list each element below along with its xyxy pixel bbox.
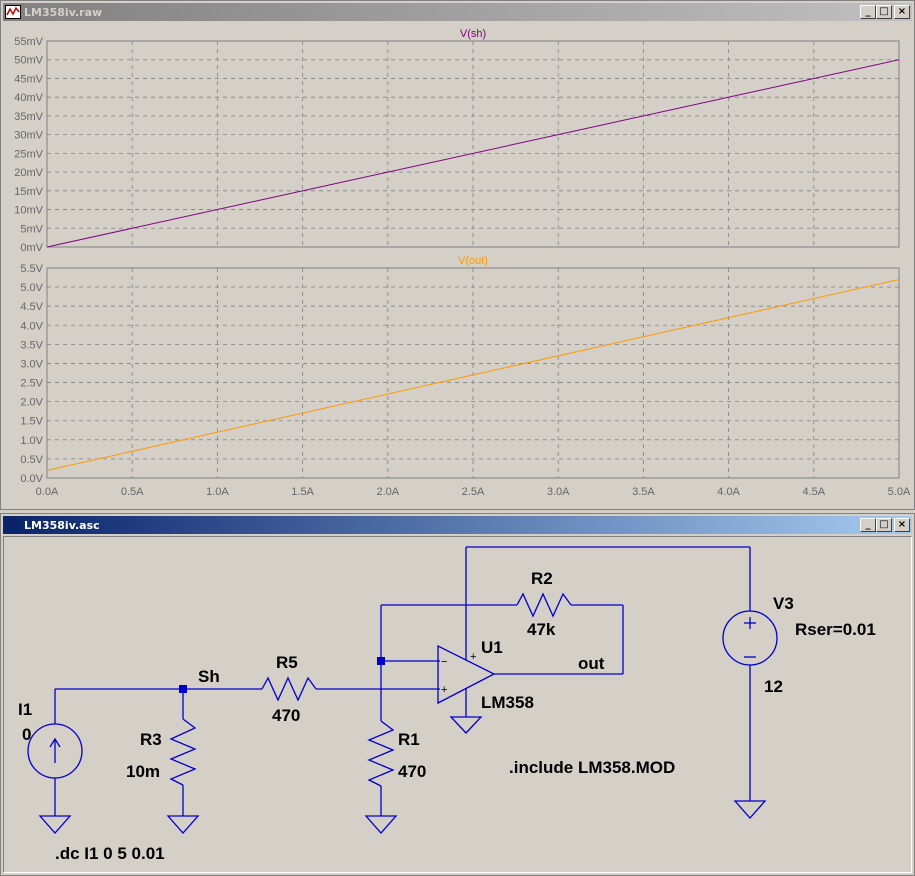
y-tick-label: 3.0V: [20, 358, 43, 370]
y-tick-label: 45mV: [14, 73, 43, 85]
x-tick-label: 5.0A: [888, 486, 911, 498]
waveform-plot-area[interactable]: 0mV 5mV 10mV 15mV 20mV 25mV 30mV 35mV 40mV 45mV 50…: [3, 23, 912, 507]
y-tick-label: 30mV: [14, 130, 43, 142]
y-tick-label: 10mV: [14, 205, 43, 217]
resistor-R5[interactable]: [261, 676, 440, 702]
voltage-source-V3[interactable]: [722, 610, 778, 801]
y-tick-label: 0mV: [20, 242, 43, 254]
x-tick-label: 3.5A: [632, 486, 655, 498]
junction-dot: [377, 657, 385, 665]
resistor-R1[interactable]: [367, 605, 395, 816]
y-tick-label: 0.5V: [20, 454, 43, 466]
x-tick-label: 2.0A: [376, 486, 399, 498]
x-tick-label: 2.5A: [462, 486, 485, 498]
schematic-drawing[interactable]: + − + I1 0 R3 10m Sh R5 470 R1 470 R2 47…: [4, 537, 909, 873]
U1-value[interactable]: LM358: [481, 693, 534, 712]
waveform-window: LM358iv.raw _ □ × 0mV 5mV 10mV 15mV 20mV 25mV…: [0, 0, 915, 510]
y-tick-label: 1.5V: [20, 416, 43, 428]
maximize-button[interactable]: □: [876, 518, 892, 532]
R3-name[interactable]: R3: [140, 730, 162, 749]
schematic-window-title: LM358iv.asc: [24, 518, 100, 532]
V3-param[interactable]: Rser=0.01: [795, 620, 876, 639]
plot-pane[interactable]: [46, 40, 900, 248]
y-tick-label: 25mV: [14, 148, 43, 160]
close-button[interactable]: ×: [894, 518, 910, 532]
minimize-button[interactable]: _: [860, 5, 876, 19]
R2-value[interactable]: 47k: [527, 620, 556, 639]
resistor-R3[interactable]: [169, 689, 197, 816]
x-tick-label: 0.5A: [121, 486, 144, 498]
net-label-sh[interactable]: Sh: [198, 667, 220, 686]
opamp-minus-label: −: [441, 656, 447, 668]
maximize-button[interactable]: □: [876, 5, 892, 19]
waveform-window-title: LM358iv.raw: [24, 5, 103, 19]
y-tick-label: 5mV: [20, 223, 43, 235]
y-tick-label: 5.0V: [20, 282, 43, 294]
y-tick-label: 50mV: [14, 55, 43, 67]
ground-U1: [449, 716, 483, 734]
y-tick-label: 20mV: [14, 167, 43, 179]
schematic-titlebar[interactable]: LM358iv.asc _ □ ×: [3, 516, 912, 534]
x-tick-label: 4.0A: [717, 486, 740, 498]
ground-R1: [364, 815, 398, 834]
R2-name[interactable]: R2: [531, 569, 553, 588]
y-tick-label: 35mV: [14, 111, 43, 123]
trace-title[interactable]: V(out): [458, 255, 488, 267]
V3-value[interactable]: 12: [764, 677, 783, 696]
R5-name[interactable]: R5: [276, 653, 298, 672]
y-tick-label: 0.0V: [20, 473, 43, 485]
trace-title[interactable]: V(sh): [460, 28, 486, 40]
x-tick-label: 3.0A: [547, 486, 570, 498]
V3-name[interactable]: V3: [773, 594, 794, 613]
U1-name[interactable]: U1: [481, 638, 503, 657]
ground-R3: [166, 815, 200, 834]
y-tick-label: 5.5V: [20, 263, 43, 275]
x-tick-label: 1.0A: [206, 486, 229, 498]
I1-name[interactable]: I1: [18, 700, 32, 719]
R1-value[interactable]: 470: [398, 762, 426, 781]
waveform-app-icon: [5, 5, 21, 19]
y-tick-label: 55mV: [14, 36, 43, 48]
opamp-plus-in-label: +: [441, 684, 447, 696]
y-tick-label: 40mV: [14, 92, 43, 104]
y-tick-label: 4.5V: [20, 301, 43, 313]
close-button[interactable]: ×: [894, 5, 910, 19]
schematic-app-icon: [6, 519, 20, 531]
R3-value[interactable]: 10m: [126, 762, 160, 781]
schematic-canvas[interactable]: + − + I1 0 R3 10m Sh R5 470 R1 470 R2 47…: [3, 536, 912, 873]
x-tick-label: 0.0A: [36, 486, 59, 498]
R1-name[interactable]: R1: [398, 730, 420, 749]
current-source-I1[interactable]: [27, 689, 83, 816]
y-tick-label: 15mV: [14, 186, 43, 198]
waveform-titlebar[interactable]: LM358iv.raw _ □ ×: [3, 3, 912, 21]
waveform-plots[interactable]: 0mV 5mV 10mV 15mV 20mV 25mV 30mV 35mV 40mV 45mV 50…: [3, 23, 912, 507]
R5-value[interactable]: 470: [272, 706, 300, 725]
schematic-window: LM358iv.asc _ □ × + − + I1 0 R3 10m Sh R…: [0, 513, 915, 876]
minimize-button[interactable]: _: [860, 518, 876, 532]
x-tick-label: 1.5A: [291, 486, 314, 498]
net-label-out[interactable]: out: [578, 654, 605, 673]
y-tick-label: 1.0V: [20, 435, 43, 447]
y-tick-label: 3.5V: [20, 339, 43, 351]
y-tick-label: 2.5V: [20, 378, 43, 390]
x-tick-label: 4.5A: [802, 486, 825, 498]
junction-dot: [179, 685, 187, 693]
opamp-plus-label: +: [470, 651, 476, 663]
I1-value[interactable]: 0: [22, 725, 31, 744]
ground-I1: [38, 815, 72, 834]
include-directive[interactable]: .include LM358.MOD: [509, 758, 675, 777]
y-tick-label: 2.0V: [20, 397, 43, 409]
ground-V3: [733, 800, 767, 819]
y-tick-label: 4.0V: [20, 320, 43, 332]
dc-analysis-directive[interactable]: .dc I1 0 5 0.01: [55, 844, 165, 863]
